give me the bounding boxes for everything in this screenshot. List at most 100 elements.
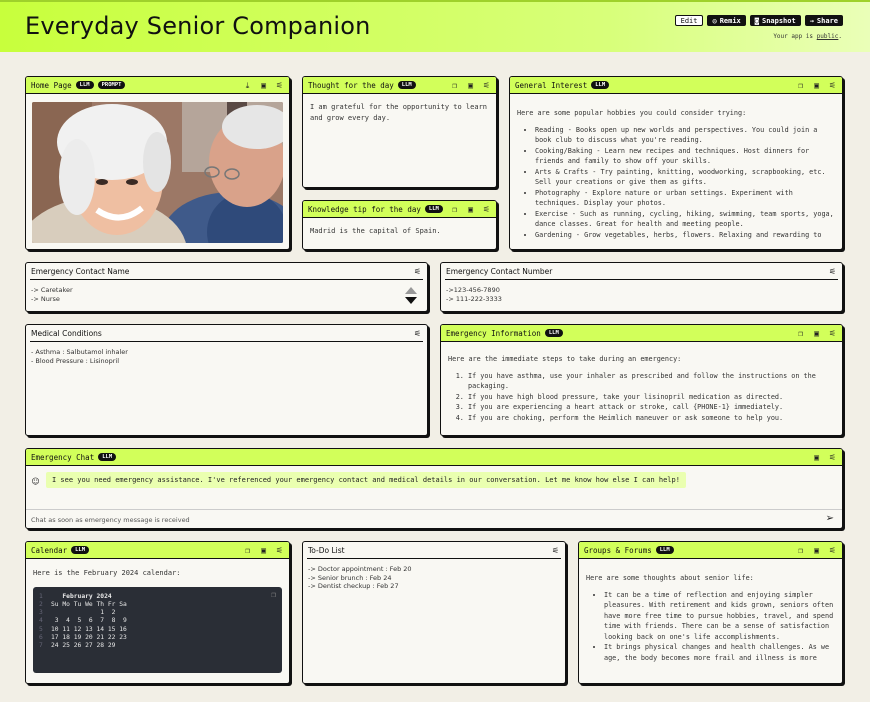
card-header: Medical Conditions ⚟ — [30, 325, 423, 342]
home-page-card: Home Page LLM PROMPT ⤓ ▣ ⚟ — [25, 76, 290, 250]
settings-sliders-icon[interactable]: ⚟ — [275, 546, 284, 555]
remix-button[interactable]: ◎ Remix — [707, 15, 746, 26]
card-header: Calendar LLM ❐ ▣ ⚟ — [26, 542, 289, 559]
list-item: -> Senior brunch : Feb 24 — [308, 573, 392, 582]
line-number: 1 — [39, 592, 43, 600]
list-item: Cooking/Baking - Learn new recipes and t… — [535, 146, 835, 167]
emergency-contact-name-card: Emergency Contact Name ⚟ -> Caretaker ->… — [25, 262, 428, 312]
card-header: Thought for the day LLM ❐ ▣ ⚟ — [303, 77, 496, 94]
scroll-up-icon[interactable] — [405, 287, 417, 294]
snapshot-label: Snapshot — [761, 16, 796, 25]
calendar-line: 3 1 2 — [39, 609, 276, 617]
settings-sliders-icon[interactable]: ⚟ — [828, 453, 837, 462]
copy-icon[interactable]: ❐ — [450, 81, 459, 90]
download-icon[interactable]: ⤓ — [243, 81, 252, 90]
line-number: 3 — [39, 609, 43, 617]
save-icon[interactable]: ▣ — [812, 453, 821, 462]
calendar-line: 2 Su Mo Tu We Th Fr Sa — [39, 601, 276, 609]
line-number: 2 — [39, 600, 43, 608]
list-item: ->123-456-7890 — [446, 286, 500, 294]
card-title: To-Do List — [308, 545, 345, 555]
camera-icon: ◙ — [754, 16, 759, 25]
settings-sliders-icon[interactable]: ⚟ — [828, 81, 837, 90]
emergency-intro: Here are the immediate steps to take dur… — [448, 355, 682, 363]
settings-sliders-icon[interactable]: ⚟ — [551, 546, 560, 555]
settings-sliders-icon[interactable]: ⚟ — [275, 81, 284, 90]
save-icon[interactable]: ▣ — [812, 546, 821, 555]
remix-icon: ◎ — [712, 16, 717, 25]
prompt-badge: PROMPT — [97, 81, 126, 89]
copy-icon[interactable]: ❐ — [243, 546, 252, 555]
emergency-information-card: Emergency Information LLM ❐ ▣ ⚟ Here are… — [440, 324, 843, 436]
settings-sliders-icon[interactable]: ⚟ — [828, 267, 837, 276]
edit-button[interactable]: Edit — [674, 15, 704, 26]
llm-badge: LLM — [75, 81, 94, 89]
settings-sliders-icon[interactable]: ⚟ — [828, 329, 837, 338]
list-item: If you have asthma, use your inhaler as … — [468, 371, 835, 392]
send-icon[interactable]: ➢ — [826, 513, 834, 524]
groups-list: It can be a time of reflection and enjoy… — [586, 590, 835, 664]
list-item: Exercise - Such as running, cycling, hik… — [535, 209, 835, 230]
settings-sliders-icon[interactable]: ⚟ — [413, 329, 422, 338]
line-number: 4 — [39, 617, 43, 625]
todo-textarea[interactable]: -> Doctor appointment : Feb 20 -> Senior… — [303, 559, 565, 597]
calendar-code-block: ❐ 1 February 2024 2 Su Mo Tu We Th Fr Sa … — [33, 586, 282, 673]
list-item: - Blood Pressure : Lisinopril — [31, 356, 120, 365]
copy-icon[interactable]: ❐ — [450, 205, 459, 214]
line-text: 10 11 12 13 14 15 16 — [51, 625, 127, 633]
senior-couple-illustration — [32, 102, 283, 243]
groups-forums-card: Groups & Forums LLM ❐ ▣ ⚟ Here are some … — [578, 541, 843, 684]
llm-badge: LLM — [397, 81, 416, 89]
calendar-line: 6 17 18 19 20 21 22 23 — [39, 634, 276, 642]
calendar-line: 5 10 11 12 13 14 15 16 — [39, 626, 276, 634]
calendar-card: Calendar LLM ❐ ▣ ⚟ Here is the February … — [25, 541, 290, 684]
contact-name-textarea[interactable]: -> Caretaker -> Nurse — [26, 280, 427, 309]
chat-input[interactable]: Chat as soon as emergency message is rec… — [26, 509, 842, 528]
settings-sliders-icon[interactable]: ⚟ — [828, 546, 837, 555]
groups-intro: Here are some thoughts about senior life… — [586, 574, 754, 582]
card-header: Home Page LLM PROMPT ⤓ ▣ ⚟ — [26, 77, 289, 94]
copy-icon[interactable]: ❐ — [269, 590, 278, 599]
list-item: -> 111-222-3333 — [446, 294, 502, 303]
copy-icon[interactable]: ❐ — [796, 81, 805, 90]
list-item: It brings physical changes and health ch… — [604, 642, 835, 663]
save-icon[interactable]: ▣ — [259, 546, 268, 555]
public-link[interactable]: public — [817, 33, 839, 40]
save-icon[interactable]: ▣ — [259, 81, 268, 90]
card-header: General Interest LLM ❐ ▣ ⚟ — [510, 77, 842, 94]
calendar-intro: Here is the February 2024 calendar: — [33, 569, 181, 577]
llm-badge: LLM — [98, 453, 117, 461]
scroll-control[interactable] — [405, 287, 417, 304]
share-button[interactable]: → Share — [804, 15, 843, 26]
todo-card: To-Do List ⚟ -> Doctor appointment : Feb… — [302, 541, 566, 684]
settings-sliders-icon[interactable]: ⚟ — [482, 205, 491, 214]
card-title: Emergency Chat — [31, 452, 95, 462]
card-header: Emergency Contact Number ⚟ — [445, 263, 838, 280]
save-icon[interactable]: ▣ — [466, 81, 475, 90]
save-icon[interactable]: ▣ — [812, 329, 821, 338]
card-title: Emergency Contact Number — [446, 266, 553, 276]
list-item: If you are experiencing a heart attack o… — [468, 402, 835, 413]
line-number: 7 — [39, 642, 43, 650]
settings-sliders-icon[interactable]: ⚟ — [482, 81, 491, 90]
card-header: Emergency Information LLM ❐ ▣ ⚟ — [441, 325, 842, 342]
settings-sliders-icon[interactable]: ⚟ — [413, 267, 422, 276]
copy-icon[interactable]: ❐ — [796, 329, 805, 338]
save-icon[interactable]: ▣ — [812, 81, 821, 90]
app-title: Everyday Senior Companion — [25, 12, 371, 40]
general-intro: Here are some popular hobbies you could … — [517, 109, 747, 117]
medical-textarea[interactable]: - Asthma : Salbutamol inhaler - Blood Pr… — [26, 342, 427, 371]
top-actions: Edit ◎ Remix ◙ Snapshot → Share — [674, 15, 843, 26]
scroll-down-icon[interactable] — [405, 297, 417, 304]
card-header: Emergency Chat LLM ▣ ⚟ — [26, 449, 842, 466]
thought-text: I am grateful for the opportunity to lea… — [310, 103, 488, 122]
list-item: Gardening - Grow vegetables, herbs, flow… — [535, 230, 835, 241]
calendar-line: 1 February 2024 — [39, 593, 276, 601]
snapshot-button[interactable]: ◙ Snapshot — [749, 15, 801, 26]
card-header: Knowledge tip for the day LLM ❐ ▣ ⚟ — [303, 201, 496, 218]
arrow-right-icon: → — [809, 16, 814, 25]
list-item: Photography - Explore nature or urban se… — [535, 188, 835, 209]
copy-icon[interactable]: ❐ — [796, 546, 805, 555]
contact-number-textarea[interactable]: ->123-456-7890 -> 111-222-3333 — [441, 280, 842, 309]
save-icon[interactable]: ▣ — [466, 205, 475, 214]
